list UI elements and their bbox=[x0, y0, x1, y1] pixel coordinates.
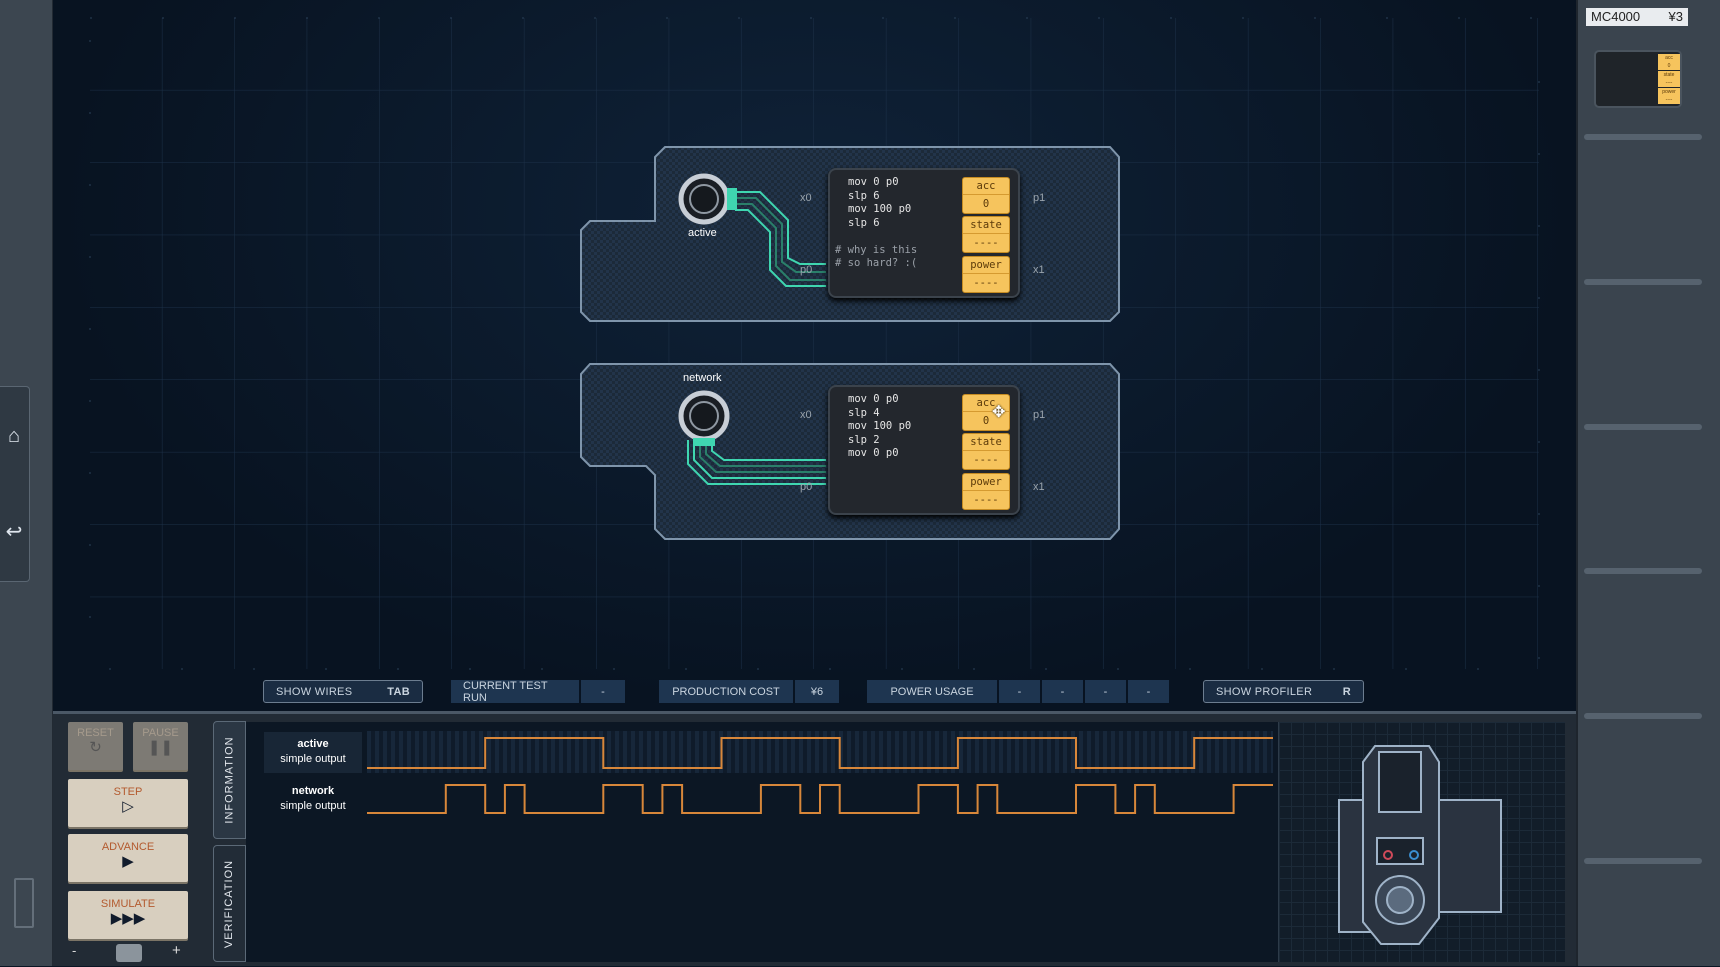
port-x0: x0 bbox=[800, 409, 812, 421]
design-canvas[interactable] bbox=[53, 0, 1576, 711]
pause-icon: ❚❚ bbox=[147, 739, 174, 756]
sensor-label-active: active bbox=[688, 227, 717, 239]
logo-icon bbox=[14, 878, 34, 928]
mc4000-chip-active[interactable]: mov 0 p0 slp 6 mov 100 p0 slp 6 # why is thi… bbox=[828, 168, 1020, 298]
part-slot-divider bbox=[1584, 858, 1702, 864]
show-profiler-button[interactable]: SHOW PROFILER R bbox=[1203, 680, 1364, 703]
port-x0: x0 bbox=[800, 192, 812, 204]
advance-icon: ▶ bbox=[122, 853, 134, 870]
simulate-icon: ▶▶▶ bbox=[110, 910, 146, 927]
show-wires-button[interactable]: SHOW WIRES TAB bbox=[263, 680, 423, 703]
reset-button[interactable]: RESET ↻ bbox=[68, 722, 123, 770]
tab-information[interactable]: INFORMATION bbox=[213, 721, 246, 839]
sensor-label-network: network bbox=[683, 372, 722, 384]
port-p0: p0 bbox=[800, 481, 813, 493]
part-slot-divider bbox=[1584, 568, 1702, 574]
register-state: state ---- bbox=[962, 216, 1010, 253]
parts-panel bbox=[1576, 0, 1720, 966]
mc4000-part[interactable]: acc 0 state ---- power ---- bbox=[1594, 50, 1682, 108]
part-slot-divider bbox=[1584, 713, 1702, 719]
current-test-run: CURRENT TEST RUN - bbox=[451, 680, 625, 704]
part-slot-divider bbox=[1584, 134, 1702, 140]
code-editor[interactable]: mov 0 p0 slp 4 mov 100 p0 slp 2 mov 0 p0 bbox=[848, 393, 911, 461]
device-schematic bbox=[1278, 722, 1565, 962]
port-x1: x1 bbox=[1033, 481, 1045, 493]
left-tab-group: ⌂ ↩ bbox=[0, 386, 30, 582]
move-cursor-icon: ✥ bbox=[992, 404, 1006, 421]
register-acc: acc 0 bbox=[962, 177, 1010, 214]
speed-plus[interactable]: + bbox=[172, 942, 181, 959]
register-power: power ---- bbox=[962, 473, 1010, 510]
signal-waveforms bbox=[367, 737, 1273, 814]
camera-device-illustration bbox=[1338, 745, 1502, 945]
signal-label-active: active simple output bbox=[264, 732, 362, 773]
step-icon: ▷ bbox=[122, 798, 134, 815]
port-x1: x1 bbox=[1033, 264, 1045, 276]
pause-button[interactable]: PAUSE ❚❚ bbox=[133, 722, 188, 770]
production-cost: PRODUCTION COST ¥6 bbox=[659, 680, 839, 703]
power-usage: POWER USAGE - - - - bbox=[867, 680, 1169, 703]
speed-minus[interactable]: - bbox=[72, 943, 76, 958]
waveform-network bbox=[367, 784, 1273, 814]
port-p0: p0 bbox=[800, 264, 813, 276]
register-state: state ---- bbox=[962, 433, 1010, 470]
advance-button[interactable]: ADVANCE ▶ bbox=[68, 834, 188, 882]
reset-icon: ↻ bbox=[89, 739, 102, 756]
undo-icon[interactable]: ↩ bbox=[3, 521, 25, 543]
home-icon[interactable]: ⌂ bbox=[3, 425, 25, 447]
grid bbox=[89, 17, 1540, 670]
part-label: MC4000 ¥3 bbox=[1586, 8, 1688, 26]
waveform-active bbox=[367, 737, 1273, 769]
speed-slider[interactable] bbox=[116, 944, 142, 962]
step-button[interactable]: STEP ▷ bbox=[68, 779, 188, 827]
register-power: power ---- bbox=[962, 256, 1010, 293]
part-slot-divider bbox=[1584, 424, 1702, 430]
part-slot-divider bbox=[1584, 279, 1702, 285]
port-p1: p1 bbox=[1033, 409, 1046, 421]
port-p1: p1 bbox=[1033, 192, 1046, 204]
signal-label-network: network simple output bbox=[280, 785, 346, 812]
tab-verification[interactable]: VERIFICATION bbox=[213, 845, 246, 962]
simulate-button[interactable]: SIMULATE ▶▶▶ bbox=[68, 891, 188, 939]
code-editor[interactable]: mov 0 p0 slp 6 mov 100 p0 slp 6 # why is thi… bbox=[835, 176, 917, 271]
